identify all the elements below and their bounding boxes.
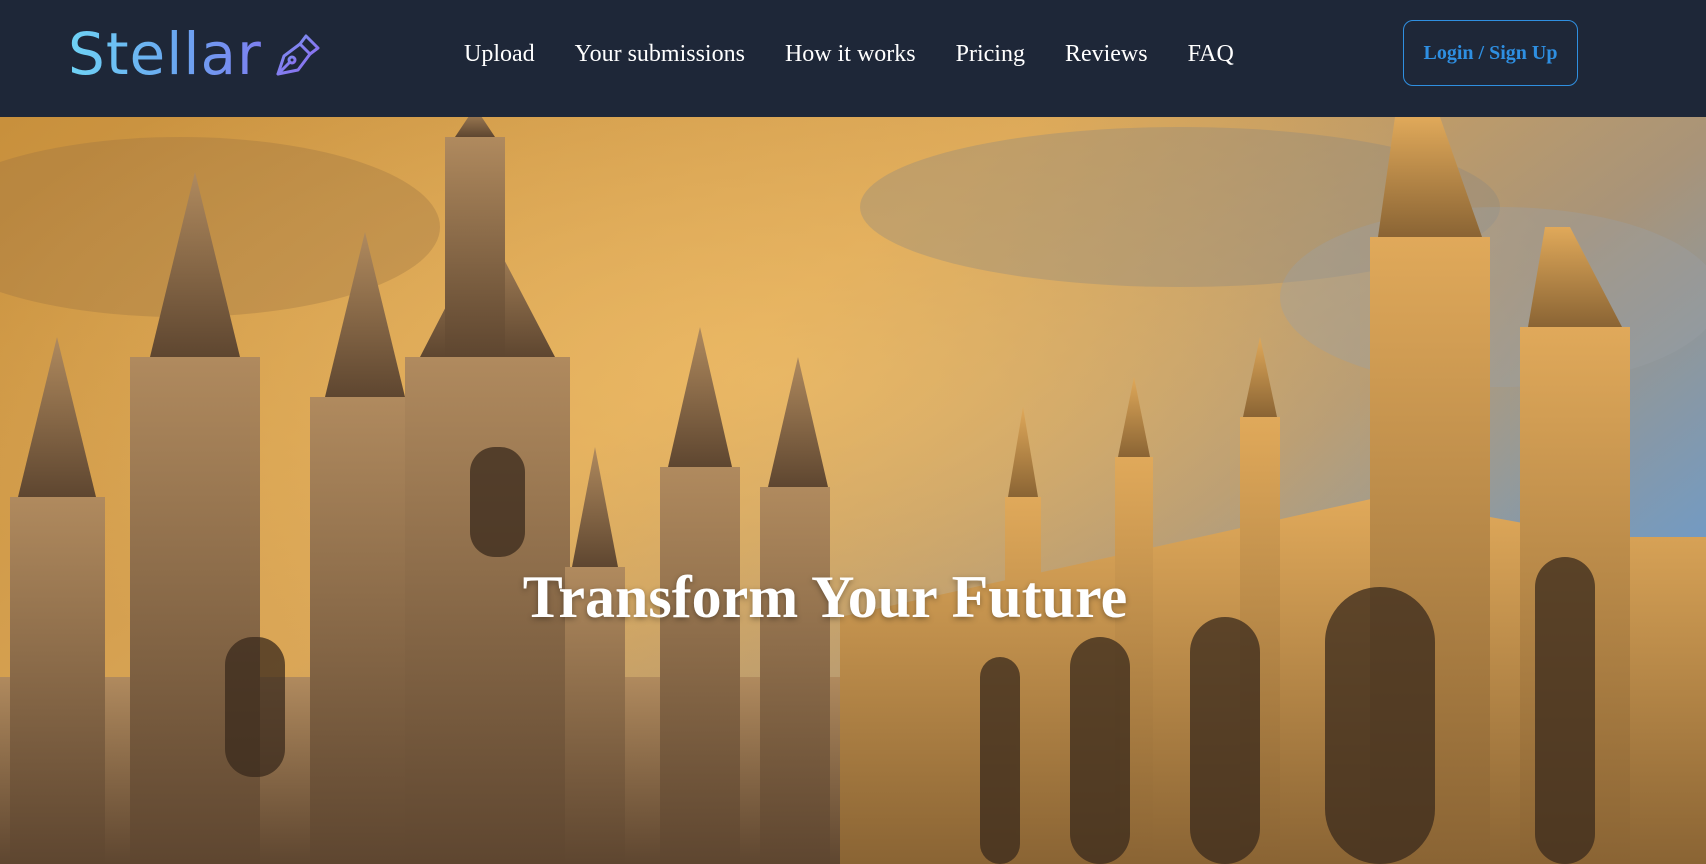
nav-your-submissions[interactable]: Your submissions	[575, 36, 745, 72]
hero-image	[0, 117, 1706, 864]
main-nav: Upload Your submissions How it works Pri…	[464, 36, 1234, 72]
login-signup-button[interactable]: Login / Sign Up	[1403, 20, 1578, 86]
nav-faq[interactable]: FAQ	[1188, 36, 1234, 72]
nav-how-it-works[interactable]: How it works	[785, 36, 916, 72]
nav-upload[interactable]: Upload	[464, 36, 535, 72]
navbar: Stellar Upload Your submissions How it w…	[0, 0, 1706, 117]
brand-logo[interactable]: Stellar	[68, 20, 322, 88]
hero-title: Transform Your Future	[522, 564, 1128, 631]
brand-name: Stellar	[68, 20, 262, 88]
pen-nib-icon	[276, 34, 320, 76]
hero-section: Transform Your Future	[0, 117, 1706, 864]
nav-reviews[interactable]: Reviews	[1065, 36, 1148, 72]
nav-pricing[interactable]: Pricing	[956, 36, 1025, 72]
